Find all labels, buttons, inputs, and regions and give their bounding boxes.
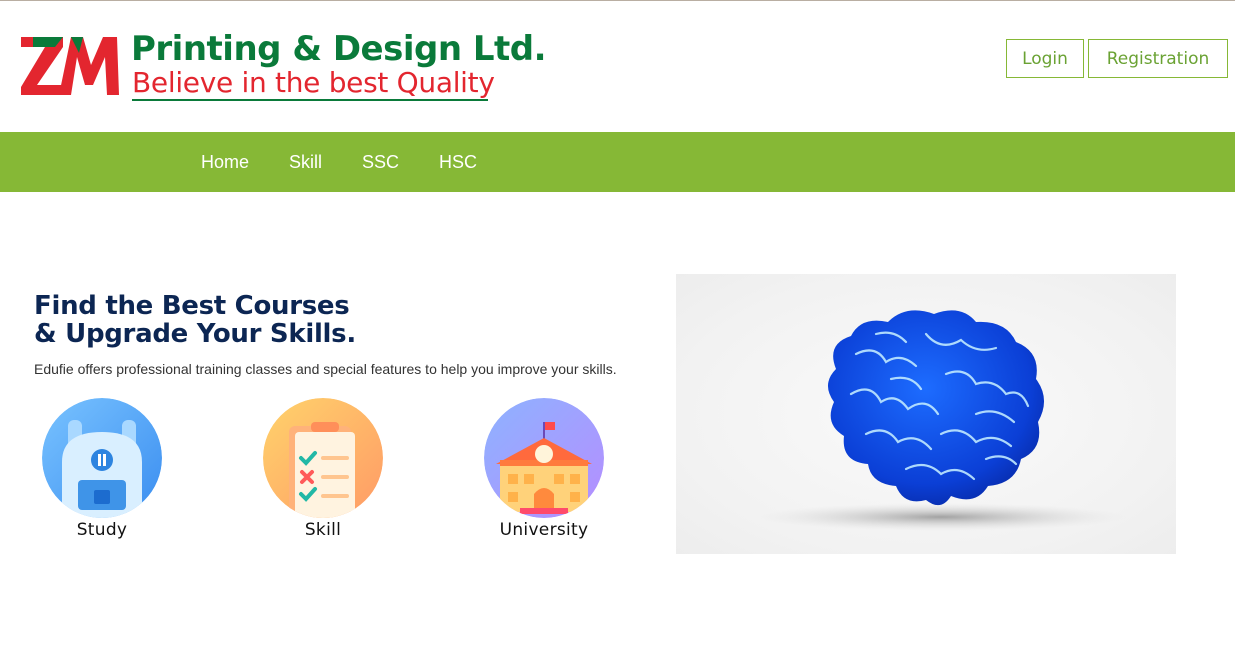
hero-image bbox=[676, 274, 1176, 554]
nav-item-ssc[interactable]: SSC bbox=[342, 132, 419, 192]
hero-title-line2: & Upgrade Your Skills. bbox=[34, 319, 356, 349]
nav-item-skill[interactable]: Skill bbox=[269, 132, 342, 192]
university-building-icon bbox=[484, 398, 604, 518]
main-nav: Home Skill SSC HSC bbox=[0, 132, 1235, 192]
registration-button[interactable]: Registration bbox=[1088, 39, 1228, 78]
site-header: Printing & Design Ltd. Believe in the be… bbox=[0, 1, 1235, 132]
feature-label-skill: Skill bbox=[304, 520, 342, 540]
feature-study[interactable]: Study bbox=[22, 398, 182, 540]
checklist-icon bbox=[263, 398, 383, 518]
backpack-icon bbox=[42, 398, 162, 518]
nav-item-home[interactable]: Home bbox=[181, 132, 269, 192]
brand-tagline: Believe in the best Quality bbox=[132, 66, 495, 99]
brain-icon bbox=[756, 310, 1126, 531]
feature-university[interactable]: University bbox=[464, 398, 624, 540]
login-button[interactable]: Login bbox=[1006, 39, 1084, 78]
tagline-underline bbox=[132, 99, 488, 101]
brand-name: Printing & Design Ltd. bbox=[131, 29, 547, 69]
feature-skill[interactable]: Skill bbox=[243, 398, 403, 540]
hero-title: Find the Best Courses & Upgrade Your Ski… bbox=[34, 292, 356, 348]
feature-label-study: Study bbox=[76, 520, 128, 540]
nav-item-hsc[interactable]: HSC bbox=[419, 132, 497, 192]
auth-buttons: Login Registration bbox=[1006, 39, 1228, 78]
logo[interactable]: Printing & Design Ltd. Believe in the be… bbox=[19, 31, 547, 105]
zm-logo-icon bbox=[21, 37, 119, 95]
hero-title-line1: Find the Best Courses bbox=[34, 291, 350, 321]
feature-label-university: University bbox=[499, 520, 589, 540]
hero-description: Edufie offers professional training clas… bbox=[34, 361, 617, 377]
nav-list: Home Skill SSC HSC bbox=[181, 132, 497, 192]
